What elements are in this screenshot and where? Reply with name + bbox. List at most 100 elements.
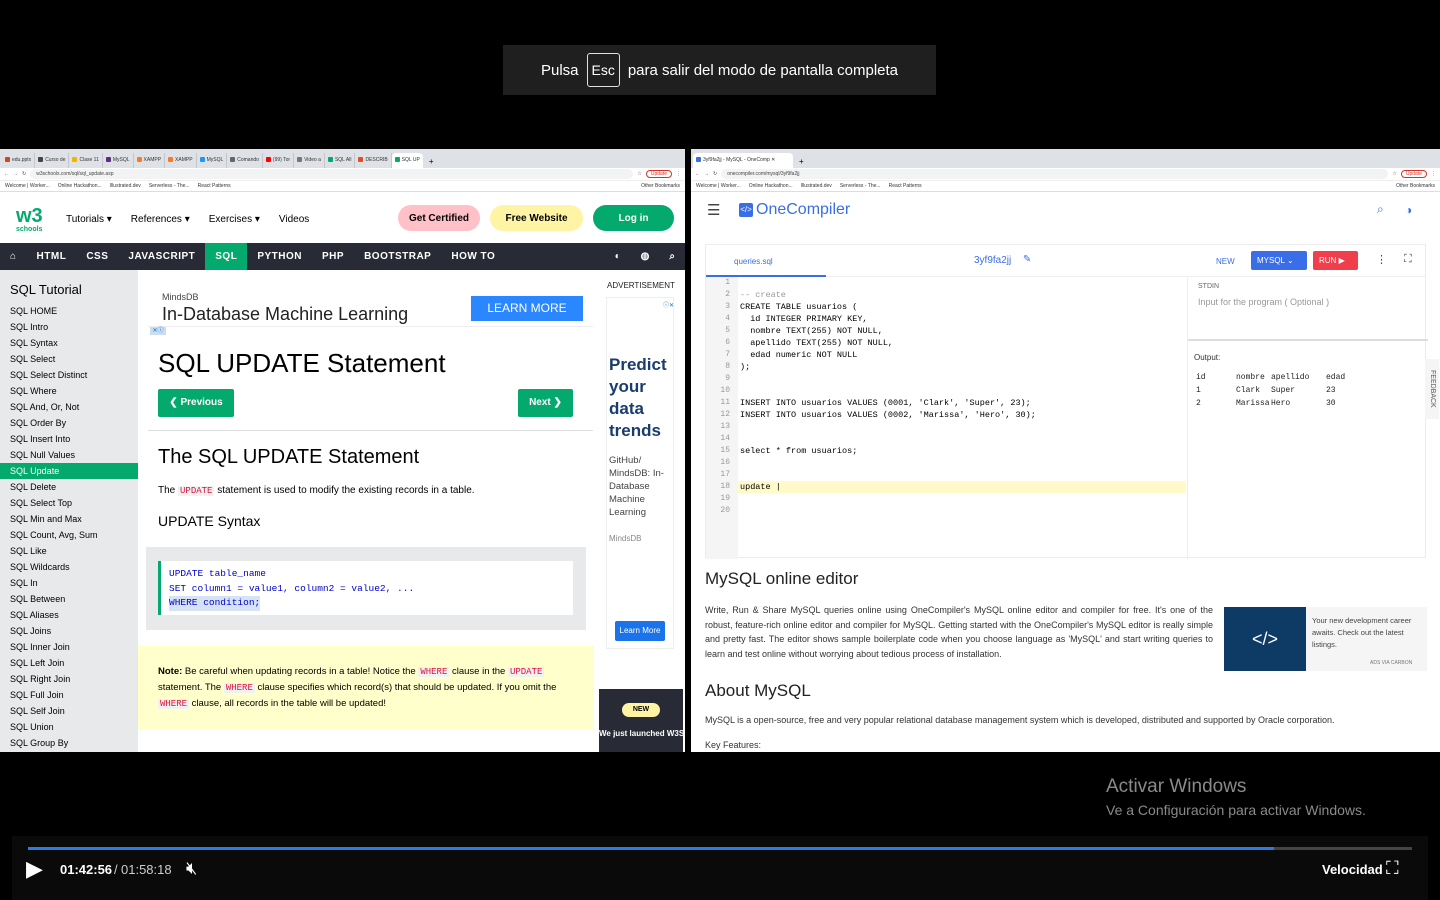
menu-exercises[interactable]: Exercises ▾ bbox=[209, 214, 260, 225]
sidebar-item[interactable]: SQL Like bbox=[0, 543, 138, 559]
sidebar-item[interactable]: SQL And, Or, Not bbox=[0, 399, 138, 415]
menu-icon[interactable]: ⋮ bbox=[676, 171, 681, 177]
browser-tab[interactable]: DESCRIB bbox=[355, 153, 392, 168]
nav-javascript[interactable]: JAVASCRIPT bbox=[118, 243, 205, 270]
snippet-id[interactable]: 3yf9fa2jj bbox=[974, 255, 1011, 266]
edit-icon[interactable]: ✎ bbox=[1023, 254, 1031, 265]
menu-icon[interactable]: ⋮ bbox=[1431, 171, 1436, 177]
exit-fullscreen-icon[interactable]: ⛶ bbox=[1386, 858, 1399, 879]
more-icon[interactable]: ⋮ bbox=[1376, 253, 1387, 266]
stdin-input[interactable]: Input for the program ( Optional ) bbox=[1198, 297, 1329, 307]
nav-php[interactable]: PHP bbox=[312, 243, 354, 270]
sidebar-item[interactable]: SQL Select Distinct bbox=[0, 367, 138, 383]
bookmark[interactable]: Illustrated.dev bbox=[110, 183, 141, 189]
fullscreen-icon[interactable]: ⛶ bbox=[1404, 253, 1412, 266]
sidebar-item[interactable]: SQL Insert Into bbox=[0, 431, 138, 447]
sidebar-item[interactable]: SQL Union bbox=[0, 719, 138, 735]
bookmark[interactable]: Serverless - The... bbox=[149, 183, 190, 189]
code-editor[interactable]: -- create CREATE TABLE usuarios ( id INTE… bbox=[738, 277, 1186, 559]
w3schools-logo[interactable]: w3 schools bbox=[16, 206, 48, 236]
bookmark[interactable]: Serverless - The... bbox=[840, 183, 881, 189]
browser-tab[interactable]: SQL All bbox=[325, 153, 356, 168]
browser-tab[interactable]: XAMPP bbox=[165, 153, 197, 168]
update-button[interactable]: Update bbox=[1400, 170, 1427, 178]
reload-icon[interactable]: ↻ bbox=[22, 171, 26, 177]
search-icon[interactable]: ⌕ bbox=[1377, 202, 1384, 217]
other-bookmarks[interactable]: Other Bookmarks bbox=[641, 183, 680, 189]
new-tab-icon[interactable]: + bbox=[423, 157, 440, 168]
sidebar-item[interactable]: SQL Null Values bbox=[0, 447, 138, 463]
sidebar-item[interactable]: SQL Where bbox=[0, 383, 138, 399]
new-tab-icon[interactable]: + bbox=[793, 157, 810, 168]
url-field[interactable]: onecompiler.com/mysql/3yf9fa2jj bbox=[721, 169, 1389, 179]
file-tab[interactable]: queries.sql bbox=[734, 257, 773, 266]
sidebar-item[interactable]: SQL Right Join bbox=[0, 671, 138, 687]
browser-tab[interactable]: Clase 11 bbox=[69, 153, 103, 168]
nav-css[interactable]: CSS bbox=[76, 243, 118, 270]
nav-bootstrap[interactable]: BOOTSTRAP bbox=[354, 243, 441, 270]
contrast-icon[interactable]: ◐ bbox=[605, 251, 631, 262]
update-button[interactable]: Update bbox=[645, 170, 672, 178]
forward-icon[interactable]: → bbox=[13, 171, 18, 177]
language-select[interactable]: MYSQL ⌄ bbox=[1251, 251, 1307, 270]
browser-tab[interactable]: Comando bbox=[227, 153, 263, 168]
feedback-tab[interactable]: FEEDBACK bbox=[1425, 359, 1439, 419]
syntax-code[interactable]: UPDATE table_name SET column1 = value1, c… bbox=[158, 561, 573, 615]
browser-tab-active[interactable]: SQL UP bbox=[391, 153, 423, 168]
forward-icon[interactable]: → bbox=[704, 171, 709, 177]
side-ad[interactable]: ⓘ✕ Predict your data trends GitHub/ Mind… bbox=[606, 297, 674, 649]
menu-tutorials[interactable]: Tutorials ▾ bbox=[66, 214, 112, 225]
carbon-ad[interactable]: </> Your new development career awaits. … bbox=[1224, 607, 1427, 671]
menu-videos[interactable]: Videos bbox=[279, 214, 309, 225]
next-button[interactable]: Next ❯ bbox=[518, 389, 573, 417]
adchoices-icon[interactable]: ✕ⓘ bbox=[150, 327, 166, 335]
sidebar-item-active[interactable]: SQL Update bbox=[0, 463, 138, 479]
browser-tab-active[interactable]: 3yf9fa2jj - MySQL - OneComp ✕ bbox=[693, 153, 793, 168]
bookmark[interactable]: React Patterns bbox=[198, 183, 231, 189]
get-certified-button[interactable]: Get Certified bbox=[398, 205, 480, 231]
theme-toggle-icon[interactable]: ◑ bbox=[1405, 203, 1412, 217]
search-icon[interactable]: ⌕ bbox=[659, 251, 685, 262]
nav-html[interactable]: HTML bbox=[27, 243, 77, 270]
sidebar-item[interactable]: SQL Left Join bbox=[0, 655, 138, 671]
videos-promo[interactable]: NEW We just launched W3Schools videos bbox=[599, 689, 683, 752]
mute-icon[interactable]: 🔇︎ bbox=[186, 858, 197, 879]
run-button[interactable]: RUN ▶ bbox=[1313, 251, 1358, 270]
browser-tab[interactable]: Video a bbox=[294, 153, 325, 168]
sidebar-item[interactable]: SQL Syntax bbox=[0, 335, 138, 351]
bookmark[interactable]: Welcome | Worker... bbox=[5, 183, 50, 189]
browser-tab[interactable]: XAMPP bbox=[134, 153, 166, 168]
home-icon[interactable]: ⌂ bbox=[0, 243, 27, 270]
browser-tab[interactable]: MySQL bbox=[103, 153, 134, 168]
browser-tab[interactable]: MySQL bbox=[197, 153, 228, 168]
sidebar-item[interactable]: SQL Select Top bbox=[0, 495, 138, 511]
progress-track[interactable] bbox=[28, 847, 1412, 850]
sidebar-item[interactable]: SQL Between bbox=[0, 591, 138, 607]
login-button[interactable]: Log in bbox=[593, 205, 674, 231]
other-bookmarks[interactable]: Other Bookmarks bbox=[1396, 183, 1435, 189]
adchoices-icon[interactable]: ⓘ✕ bbox=[663, 300, 674, 309]
sidebar-item[interactable]: SQL Count, Avg, Sum bbox=[0, 527, 138, 543]
sidebar-item[interactable]: SQL Intro bbox=[0, 319, 138, 335]
bookmark[interactable]: Welcome | Worker... bbox=[696, 183, 741, 189]
globe-icon[interactable]: ◍ bbox=[631, 251, 660, 262]
sidebar-item[interactable]: SQL Self Join bbox=[0, 703, 138, 719]
url-field[interactable]: w3schools.com/sql/sql_update.asp bbox=[30, 169, 634, 179]
ad-learn-more-button[interactable]: LEARN MORE bbox=[471, 296, 583, 321]
play-icon[interactable]: ▶ bbox=[26, 856, 43, 882]
free-website-button[interactable]: Free Website bbox=[490, 205, 583, 231]
menu-references[interactable]: References ▾ bbox=[131, 214, 190, 225]
nav-howto[interactable]: HOW TO bbox=[441, 243, 505, 270]
hamburger-icon[interactable]: ☰ bbox=[707, 201, 720, 219]
sidebar-item[interactable]: SQL Group By bbox=[0, 735, 138, 751]
back-icon[interactable]: ← bbox=[4, 171, 9, 177]
sidebar-item[interactable]: SQL Joins bbox=[0, 623, 138, 639]
side-ad-button[interactable]: Learn More bbox=[615, 621, 665, 641]
bookmark[interactable]: Online Hackathon... bbox=[749, 183, 793, 189]
back-icon[interactable]: ← bbox=[695, 171, 700, 177]
star-icon[interactable]: ☆ bbox=[637, 171, 641, 177]
sidebar-item[interactable]: SQL Select bbox=[0, 351, 138, 367]
bookmark[interactable]: React Patterns bbox=[889, 183, 922, 189]
nav-sql[interactable]: SQL bbox=[205, 243, 248, 270]
top-ad[interactable]: MindsDB In-Database Machine Learning LEA… bbox=[148, 281, 593, 327]
